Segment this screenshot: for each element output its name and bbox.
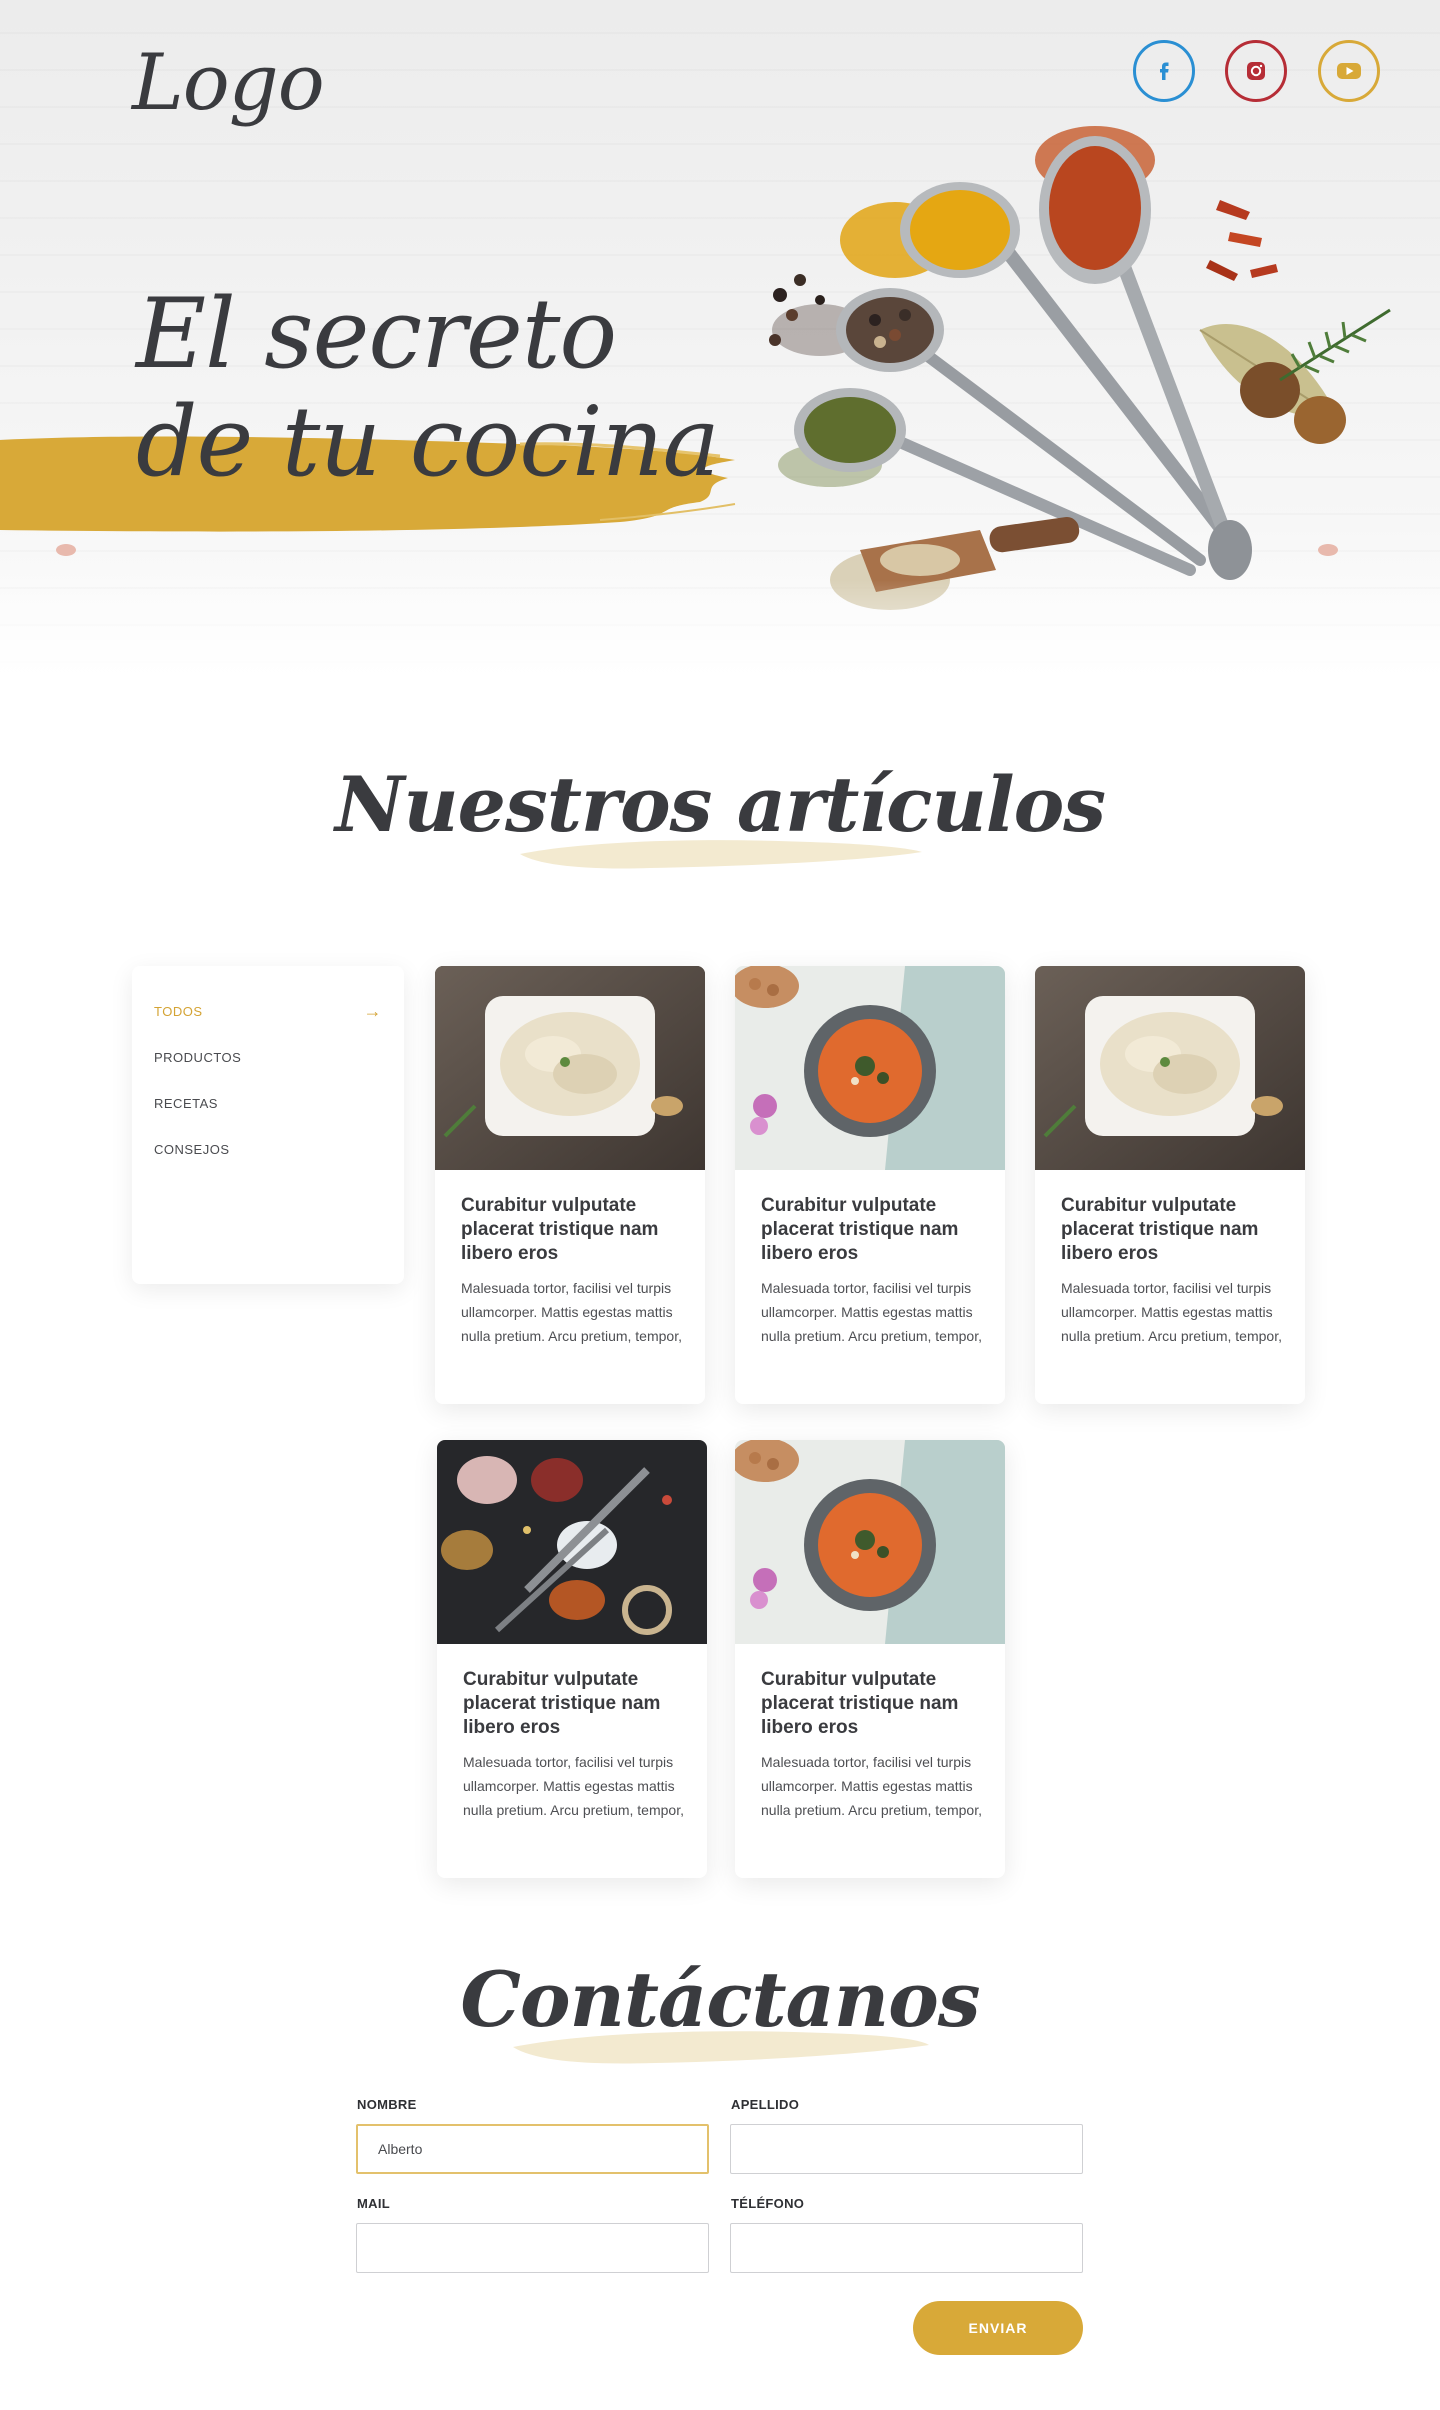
card-title: Curabitur vulputate placerat tristique n… — [761, 1669, 959, 1738]
card-excerpt: Malesuada tortor, facilisi vel turpis ul… — [1061, 1280, 1282, 1344]
card-excerpt: Malesuada tortor, facilisi vel turpis ul… — [463, 1754, 684, 1818]
card-title: Curabitur vulputate placerat tristique n… — [463, 1669, 661, 1738]
spices-hero-image — [769, 126, 1391, 610]
card-body: Curabitur vulputate placerat tristique n… — [1061, 1194, 1283, 1348]
section-title: Contáctanos — [460, 1955, 980, 2044]
telefono-input[interactable] — [730, 2223, 1083, 2273]
card-title: Curabitur vulputate placerat tristique n… — [1061, 1195, 1259, 1264]
card-body: Curabitur vulputate placerat tristique n… — [463, 1668, 685, 1822]
creamy-dish-image — [1035, 966, 1305, 1170]
hero-fade — [0, 580, 1440, 700]
decorative-dot — [1318, 544, 1338, 556]
hero-title-line-1: El secreto — [136, 278, 617, 390]
card-excerpt: Malesuada tortor, facilisi vel turpis ul… — [761, 1280, 982, 1344]
card-excerpt: Malesuada tortor, facilisi vel turpis ul… — [461, 1280, 682, 1344]
instagram-icon — [1247, 62, 1265, 80]
filter-item-consejos[interactable]: CONSEJOS — [154, 1126, 382, 1172]
nombre-input[interactable] — [356, 2124, 709, 2174]
telefono-label: TÉLÉFONO — [731, 2196, 805, 2211]
spices-spoons-image — [437, 1440, 707, 1644]
youtube-icon — [1337, 63, 1361, 79]
filter-label: CONSEJOS — [154, 1141, 230, 1157]
filter-item-recetas[interactable]: RECETAS — [154, 1080, 382, 1126]
filter-item-todos[interactable]: TODOS → — [154, 988, 382, 1034]
instagram-button[interactable] — [1225, 40, 1287, 102]
article-card[interactable]: Curabitur vulputate placerat tristique n… — [735, 1440, 1005, 1878]
article-card[interactable]: Curabitur vulputate placerat tristique n… — [435, 966, 705, 1404]
submit-button[interactable]: ENVIAR — [913, 2301, 1083, 2355]
filter-label: RECETAS — [154, 1095, 218, 1111]
hero-section: Logo El secreto de tu cocina — [0, 0, 1440, 700]
article-card[interactable]: Curabitur vulputate placerat tristique n… — [735, 966, 1005, 1404]
filter-label: TODOS — [154, 1003, 203, 1019]
card-title: Curabitur vulputate placerat tristique n… — [461, 1195, 659, 1264]
section-title: Nuestros artículos — [334, 760, 1106, 849]
card-body: Curabitur vulputate placerat tristique n… — [761, 1668, 983, 1822]
tomato-soup-image — [735, 1440, 1005, 1644]
hero-title: El secreto de tu cocina — [136, 278, 720, 498]
decorative-dot — [56, 544, 76, 556]
tomato-soup-image — [735, 966, 1005, 1170]
article-card[interactable]: Curabitur vulputate placerat tristique n… — [1035, 966, 1305, 1404]
filter-item-productos[interactable]: PRODUCTOS — [154, 1034, 382, 1080]
facebook-icon — [1160, 62, 1169, 80]
nombre-label: NOMBRE — [357, 2097, 417, 2112]
card-excerpt: Malesuada tortor, facilisi vel turpis ul… — [761, 1754, 982, 1818]
hero-title-line-2: de tu cocina — [136, 386, 720, 498]
articles-heading: Nuestros artículos — [0, 760, 1440, 890]
apellido-input[interactable] — [730, 2124, 1083, 2174]
card-title: Curabitur vulputate placerat tristique n… — [761, 1195, 959, 1264]
youtube-button[interactable] — [1318, 40, 1380, 102]
arrow-right-icon: → — [363, 1000, 382, 1021]
card-body: Curabitur vulputate placerat tristique n… — [461, 1194, 683, 1348]
creamy-dish-image — [435, 966, 705, 1170]
mail-input[interactable] — [356, 2223, 709, 2273]
facebook-button[interactable] — [1133, 40, 1195, 102]
apellido-label: APELLIDO — [731, 2097, 800, 2112]
contact-heading: Contáctanos — [0, 1955, 1440, 2085]
category-filter: TODOS → PRODUCTOS RECETAS CONSEJOS — [132, 966, 404, 1284]
logo[interactable]: Logo — [132, 38, 325, 128]
article-card[interactable]: Curabitur vulputate placerat tristique n… — [437, 1440, 707, 1878]
card-body: Curabitur vulputate placerat tristique n… — [761, 1194, 983, 1348]
mail-label: MAIL — [357, 2196, 390, 2211]
filter-label: PRODUCTOS — [154, 1049, 242, 1065]
